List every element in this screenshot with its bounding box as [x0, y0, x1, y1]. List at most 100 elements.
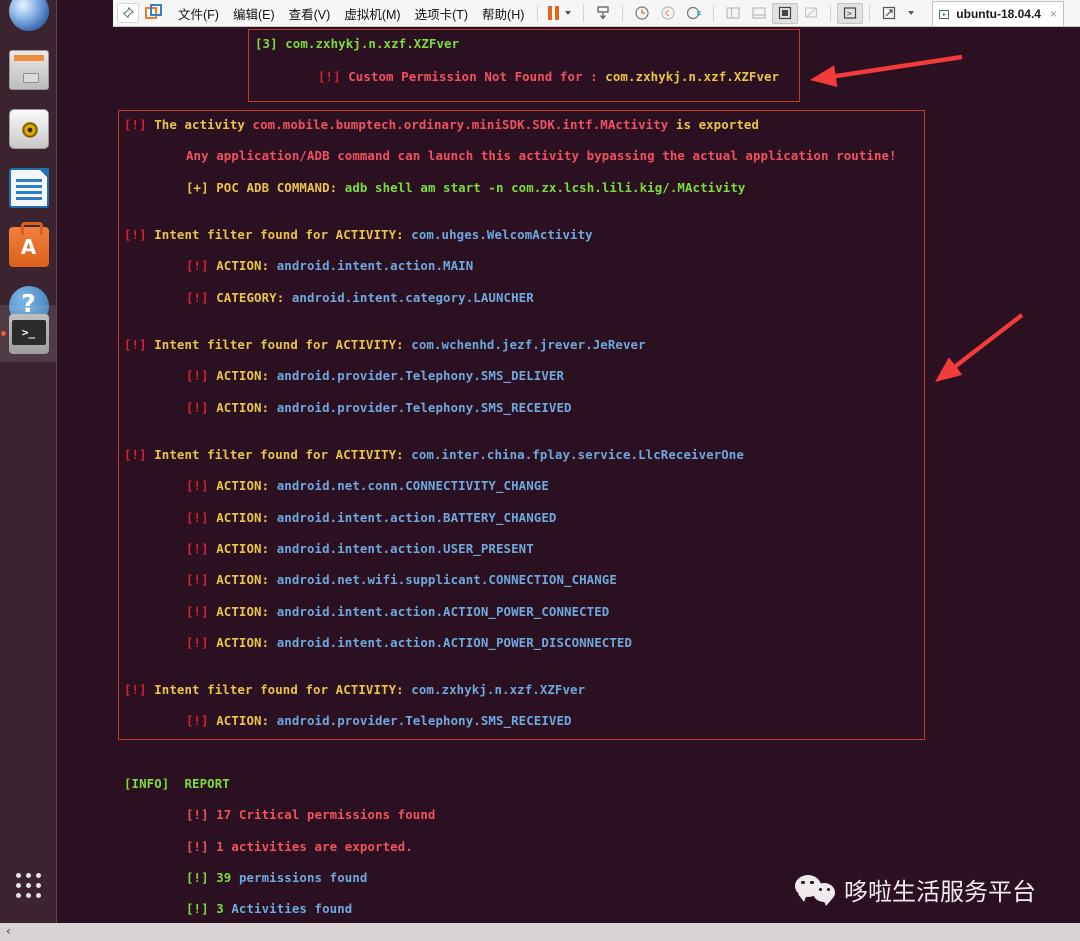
terminal-line: [!] The activity com.mobile.bumptech.ord…	[124, 117, 759, 132]
terminal-text: [!]	[186, 510, 217, 525]
terminal-text: [!]	[186, 478, 217, 493]
terminal-text: android.intent.action.ACTION_POWER_CONNE…	[276, 604, 610, 619]
terminal-text: ACTION:	[216, 510, 277, 525]
files-icon	[8, 49, 49, 90]
terminal-text: ACTION:	[216, 258, 277, 273]
terminal-line: [!] 17 Critical permissions found	[186, 807, 435, 822]
terminal-text: android.provider.Telephony.SMS_RECEIVED	[276, 713, 572, 728]
terminal-text: ACTION:	[216, 604, 277, 619]
terminal-text: 39	[216, 870, 239, 885]
terminal-text: com.zxhykj.n.xzf.XZFver	[411, 682, 586, 697]
terminal-line: [!] Intent filter found for ACTIVITY: co…	[124, 227, 593, 242]
bottom-status-strip: ‹	[0, 923, 1080, 941]
tab-label: ubuntu-18.04.4	[956, 7, 1041, 21]
terminal-line: [!] ACTION: android.intent.action.USER_P…	[186, 541, 534, 556]
terminal-text: is exported	[668, 117, 760, 132]
terminal-text: [!]	[186, 713, 217, 728]
terminal-text: [!]	[186, 541, 217, 556]
terminal-text: [!]	[124, 117, 155, 132]
terminal-text: CATEGORY:	[216, 290, 292, 305]
terminal-line: [!] ACTION: android.intent.action.ACTION…	[186, 604, 609, 619]
launcher-item-rhythmbox[interactable]	[0, 100, 57, 157]
terminal-text: adb shell am start -n com.zx.lcsh.lili.k…	[344, 180, 746, 195]
launcher-item-ubuntu-software[interactable]	[0, 218, 57, 275]
terminal-text: com.wchenhd.jezf.jrever.JeRever	[411, 337, 646, 352]
terminal-text: [3]	[255, 36, 286, 51]
tab-ubuntu-vm[interactable]: ubuntu-18.04.4 ×	[932, 1, 1064, 26]
terminal-text: ACTION:	[216, 635, 277, 650]
terminal-text: [!]	[318, 69, 349, 84]
terminal-line: [INFO] REPORT	[124, 776, 230, 791]
launcher-item-terminal[interactable]	[0, 305, 57, 362]
terminal-line: [!] ACTION: android.net.wifi.supplicant.…	[186, 572, 617, 587]
tab-close-icon[interactable]: ×	[1050, 7, 1057, 21]
show-applications-button[interactable]	[0, 865, 57, 905]
launcher-item-impress[interactable]	[0, 159, 57, 216]
terminal-text: android.intent.category.LAUNCHER	[291, 290, 534, 305]
terminal-text: android.intent.action.ACTION_POWER_DISCO…	[276, 635, 633, 650]
terminal-text: ACTION:	[216, 478, 277, 493]
terminal-text: Intent filter found for ACTIVITY:	[154, 337, 412, 352]
terminal-line: [!] 39 permissions found	[186, 870, 367, 885]
wechat-watermark: 哆啦生活服务平台	[795, 872, 1036, 907]
terminal-line: [!] ACTION: android.provider.Telephony.S…	[186, 400, 572, 415]
terminal-text: android.provider.Telephony.SMS_DELIVER	[276, 368, 565, 383]
terminal-text: 3	[216, 901, 232, 916]
terminal-text: android.provider.Telephony.SMS_RECEIVED	[276, 400, 572, 415]
terminal-text: [!]	[124, 447, 155, 462]
vm-power-icon	[939, 9, 950, 19]
terminal-text: [INFO]	[124, 776, 185, 791]
terminal-text: REPORT	[184, 776, 230, 791]
terminal-line: [!] ACTION: android.intent.action.ACTION…	[186, 635, 632, 650]
watermark-text: 哆啦生活服务平台	[844, 878, 1036, 906]
terminal-window[interactable]: [3] com.zxhykj.n.xzf.XZFver [!] Custom Pe…	[57, 27, 1080, 923]
ubuntu-software-icon	[8, 221, 49, 267]
terminal-text: [!]	[186, 870, 217, 885]
annotation-arrow-top	[810, 54, 963, 87]
terminal-line: Any application/ADB command can launch t…	[186, 148, 897, 163]
terminal-text: [!]	[124, 682, 155, 697]
terminal-line: [3] com.zxhykj.n.xzf.XZFver	[255, 36, 459, 51]
terminal-text: com.mobile.bumptech.ordinary.miniSDK.SDK…	[252, 117, 669, 132]
terminal-text: POC ADB COMMAND:	[216, 180, 345, 195]
scroll-left-icon[interactable]: ‹	[6, 924, 11, 938]
terminal-text: Custom Permission Not Found for :	[348, 69, 606, 84]
terminal-text: com.uhges.WelcomActivity	[411, 227, 593, 242]
terminal-line: [!] 3 Activities found	[186, 901, 352, 916]
terminal-text: [!]	[124, 227, 155, 242]
terminal-text: ACTION:	[216, 713, 277, 728]
terminal-text: Any application/ADB command can launch t…	[186, 148, 897, 163]
terminal-text: android.intent.action.BATTERY_CHANGED	[276, 510, 557, 525]
terminal-line: [!] Intent filter found for ACTIVITY: co…	[124, 682, 585, 697]
terminal-text: 1 activities are exported.	[216, 839, 413, 854]
terminal-text: [!]	[186, 635, 217, 650]
terminal-text: [!]	[186, 839, 217, 854]
terminal-line: [!] 1 activities are exported.	[186, 839, 413, 854]
terminal-text: Intent filter found for ACTIVITY:	[154, 447, 412, 462]
libreoffice-impress-icon	[8, 167, 49, 208]
app-grid-icon	[16, 872, 41, 898]
launcher-item-firefox[interactable]	[0, 0, 57, 39]
terminal-icon	[8, 313, 49, 354]
terminal-line: [!] ACTION: android.provider.Telephony.S…	[186, 368, 564, 383]
terminal-line: [+] POC ADB COMMAND: adb shell am start …	[186, 180, 745, 195]
terminal-text: [!]	[186, 258, 217, 273]
terminal-line: [!] ACTION: android.provider.Telephony.S…	[186, 713, 572, 728]
terminal-text: [!]	[186, 807, 217, 822]
terminal-text: [!]	[124, 337, 155, 352]
terminal-text: [!]	[186, 604, 217, 619]
terminal-text: com.inter.china.fplay.service.LlcReceive…	[411, 447, 744, 462]
terminal-text: android.intent.action.USER_PRESENT	[276, 541, 534, 556]
terminal-line: [!] ACTION: android.intent.action.BATTER…	[186, 510, 556, 525]
terminal-text: [!]	[186, 901, 217, 916]
terminal-text: android.net.wifi.supplicant.CONNECTION_C…	[276, 572, 617, 587]
terminal-line: [!] Intent filter found for ACTIVITY: co…	[124, 447, 744, 462]
terminal-text: 17 Critical permissions found	[216, 807, 436, 822]
vmware-tab-bar: ubuntu-18.04.4 ×	[113, 0, 1080, 27]
terminal-text: The activity	[154, 117, 253, 132]
terminal-line: [!] Intent filter found for ACTIVITY: co…	[124, 337, 646, 352]
launcher-item-files[interactable]	[0, 41, 57, 98]
terminal-text: ACTION:	[216, 572, 277, 587]
firefox-icon	[8, 0, 49, 31]
terminal-line: [!] ACTION: android.intent.action.MAIN	[186, 258, 473, 273]
